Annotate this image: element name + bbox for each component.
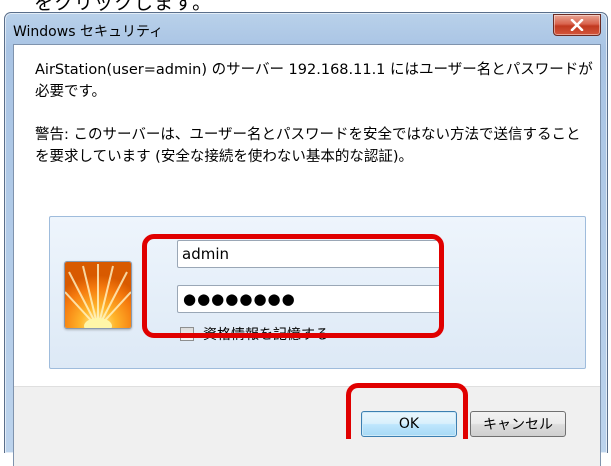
credential-tile: ●●●●●●●● 資格情報を記憶する [49, 216, 586, 369]
close-button[interactable] [553, 14, 601, 36]
cancel-button[interactable]: キャンセル [470, 411, 566, 437]
password-input[interactable]: ●●●●●●●● [183, 290, 296, 308]
security-dialog: Windows セキュリティ AirStation(user=admin) のサ… [4, 12, 608, 466]
dialog-title: Windows セキュリティ [13, 24, 164, 40]
dialog-body: AirStation(user=admin) のサーバー 192.168.11.… [13, 44, 601, 466]
server-message: AirStation(user=admin) のサーバー 192.168.11.… [35, 62, 593, 100]
remember-checkbox[interactable] [180, 327, 194, 341]
dialog-footer: OK キャンセル [14, 386, 600, 466]
password-field[interactable]: ●●●●●●●● [177, 285, 443, 313]
dialog-titlebar[interactable]: Windows セキュリティ [5, 13, 607, 44]
top-cut-text: をクリックします。 [0, 0, 611, 12]
top-cut-text-label: をクリックします。 [34, 0, 213, 12]
close-icon [570, 19, 584, 31]
warning-message: 警告: このサーバーは、ユーザー名とパスワードを安全ではない方法で送信することを… [35, 127, 581, 165]
username-input[interactable] [182, 243, 432, 265]
remember-label[interactable]: 資格情報を記憶する [203, 324, 329, 344]
ok-button[interactable]: OK [361, 411, 457, 437]
flower-user-tile-icon [64, 261, 132, 329]
remember-credentials[interactable]: 資格情報を記憶する [180, 324, 329, 344]
username-field[interactable] [177, 240, 443, 268]
